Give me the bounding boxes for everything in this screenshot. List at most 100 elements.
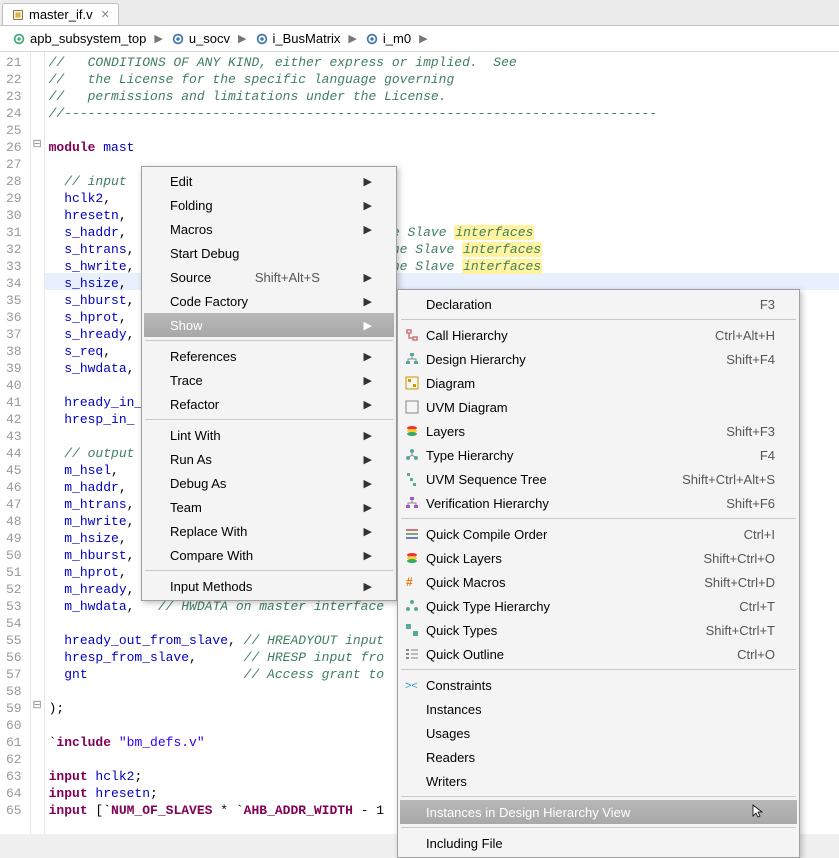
code-line[interactable]: //--------------------------------------… [49,105,835,122]
submenu-arrow-icon: ▶ [364,501,372,514]
breadcrumb-label: u_socv [189,31,230,46]
show-submenu-item[interactable]: Design HierarchyShift+F4 [400,347,797,371]
module-icon [171,32,185,46]
module-icon [12,32,26,46]
show-submenu-item[interactable]: Quick Types Shift+Ctrl+T [400,618,797,642]
menu-item-label: Call Hierarchy [426,328,508,343]
menu-item-label: Including File [426,836,503,851]
context-menu-item[interactable]: Input Methods▶ [144,574,394,598]
context-menu-item[interactable]: Start Debug [144,241,394,265]
code-line[interactable]: // the License for the specific language… [49,71,835,88]
breadcrumb-label: i_BusMatrix [273,31,341,46]
fold-column[interactable]: ⊟⊟ [31,52,45,834]
context-menu-item[interactable]: Lint With ▶ [144,423,394,447]
show-submenu-item[interactable]: Quick OutlineCtrl+O [400,642,797,666]
show-submenu-item[interactable]: Instances in Design Hierarchy View [400,800,797,824]
menu-item-accelerator: Ctrl+Alt+H [715,328,775,343]
show-submenu-item[interactable]: Quick Compile OrderCtrl+I [400,522,797,546]
menu-item-label: Layers [426,424,465,439]
show-submenu[interactable]: Declaration F3 Call Hierarchy Ctrl+Alt+H Des… [397,289,800,858]
show-submenu-item[interactable]: Instances [400,697,797,721]
breadcrumb-item[interactable]: i_m0 [361,29,415,48]
context-menu-item[interactable]: Debug As▶ [144,471,394,495]
menu-item-label: Lint With [170,428,221,443]
context-menu-item[interactable]: Show▶ [144,313,394,337]
menu-item-label: Type Hierarchy [426,448,513,463]
context-menu-item[interactable]: Run As▶ [144,447,394,471]
context-menu-item[interactable]: References▶ [144,344,394,368]
context-menu-item[interactable]: Refactor▶ [144,392,394,416]
show-submenu-item[interactable]: UVM Diagram [400,395,797,419]
show-submenu-item[interactable]: Readers [400,745,797,769]
show-submenu-item[interactable]: Usages [400,721,797,745]
editor-tab[interactable]: master_if.v ✕ [2,3,119,25]
context-menu-item[interactable]: Macros ▶ [144,217,394,241]
context-menu-item[interactable]: Code Factory▶ [144,289,394,313]
menu-item-label: Show [170,318,203,333]
context-menu-item[interactable]: Folding▶ [144,193,394,217]
menu-item-accelerator: Shift+Ctrl+D [704,575,775,590]
breadcrumb: apb_subsystem_top ▶ u_socv ▶ i_BusMatrix… [0,26,839,52]
tab-bar: master_if.v ✕ [0,0,839,26]
show-submenu-item[interactable]: Type HierarchyF4 [400,443,797,467]
menu-item-label: Folding [170,198,213,213]
show-submenu-item[interactable]: Including File [400,831,797,855]
menu-item-accelerator: Ctrl+I [744,527,775,542]
menu-item-label: Verification Hierarchy [426,496,549,511]
submenu-arrow-icon: ▶ [364,223,372,236]
submenu-arrow-icon: ▶ [364,549,372,562]
show-submenu-item[interactable]: LayersShift+F3 [400,419,797,443]
menu-item-label: Quick Macros [426,575,505,590]
context-menu-item[interactable]: SourceShift+Alt+S▶ [144,265,394,289]
breadcrumb-item[interactable]: i_BusMatrix [251,29,345,48]
qco-icon [404,526,420,542]
show-submenu-item[interactable]: Call Hierarchy Ctrl+Alt+H [400,323,797,347]
code-line[interactable]: module mast [49,139,835,156]
submenu-arrow-icon: ▶ [364,525,372,538]
menu-item-label: References [170,349,236,364]
submenu-arrow-icon: ▶ [364,477,372,490]
module-icon [365,32,379,46]
context-menu-item[interactable]: Trace▶ [144,368,394,392]
breadcrumb-separator: ▶ [348,32,356,45]
context-menu-item[interactable]: Edit▶ [144,169,394,193]
show-submenu-item[interactable]: Quick LayersShift+Ctrl+O [400,546,797,570]
module-icon [255,32,269,46]
show-submenu-item[interactable]: #Quick MacrosShift+Ctrl+D [400,570,797,594]
breadcrumb-item[interactable]: apb_subsystem_top [8,29,150,48]
menu-item-accelerator: Shift+Ctrl+O [703,551,775,566]
show-submenu-item[interactable]: Verification HierarchyShift+F6 [400,491,797,515]
menu-separator [401,827,796,828]
show-submenu-item[interactable]: Writers [400,769,797,793]
menu-item-label: Declaration [426,297,492,312]
tab-close-icon[interactable]: ✕ [101,8,110,21]
menu-item-label: Quick Types [426,623,497,638]
menu-item-label: Team [170,500,202,515]
tab-title: master_if.v [29,7,93,22]
context-menu[interactable]: Edit▶Folding▶Macros▶Start DebugSourceShi… [141,166,397,601]
submenu-arrow-icon: ▶ [364,580,372,593]
menu-item-accelerator: F3 [760,297,775,312]
submenu-arrow-icon: ▶ [364,429,372,442]
show-submenu-item[interactable]: UVM Sequence TreeShift+Ctrl+Alt+S [400,467,797,491]
show-submenu-item[interactable]: Declaration F3 [400,292,797,316]
menu-item-accelerator: Shift+Ctrl+T [706,623,775,638]
code-line[interactable] [49,122,835,139]
breadcrumb-separator: ▶ [154,32,162,45]
show-submenu-item[interactable]: Diagram [400,371,797,395]
breadcrumb-item[interactable]: u_socv [167,29,234,48]
verilog-file-icon [11,8,25,22]
menu-item-accelerator: Shift+F4 [726,352,775,367]
context-menu-item[interactable]: Compare With▶ [144,543,394,567]
qtype-icon [404,598,420,614]
context-menu-item[interactable]: Replace With▶ [144,519,394,543]
show-submenu-item[interactable]: ><Constraints [400,673,797,697]
breadcrumb-label: apb_subsystem_top [30,31,146,46]
menu-item-label: Macros [170,222,213,237]
menu-item-label: Refactor [170,397,219,412]
show-submenu-item[interactable]: Quick Type HierarchyCtrl+T [400,594,797,618]
menu-separator [401,669,796,670]
code-line[interactable]: // CONDITIONS OF ANY KIND, either expres… [49,54,835,71]
context-menu-item[interactable]: Team ▶ [144,495,394,519]
code-line[interactable]: // permissions and limitations under the… [49,88,835,105]
